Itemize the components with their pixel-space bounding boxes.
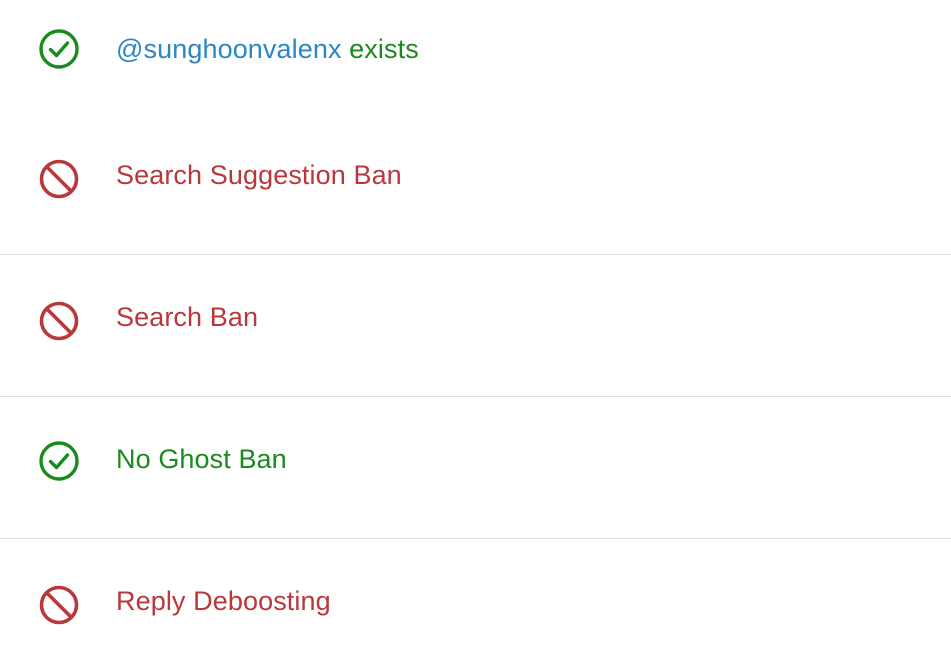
profile-handle-link[interactable]: @sunghoonvalenx [116,34,342,64]
check-circle-icon [38,440,80,482]
result-row-search-ban: Search Ban [0,295,951,342]
result-label: @sunghoonvalenx exists [116,33,419,65]
exists-text: exists [341,34,419,64]
divider [0,538,951,539]
result-row-exists: @sunghoonvalenx exists [0,27,951,71]
result-label: Reply Deboosting [116,586,331,616]
result-label: Search Ban [116,302,259,332]
result-row-ghost-ban: No Ghost Ban [0,437,951,481]
divider [0,254,951,255]
result-row-reply-deboosting: Reply Deboosting [0,579,951,626]
prohibited-icon [38,584,80,626]
check-circle-icon [38,28,80,70]
result-label: No Ghost Ban [116,444,287,474]
shadowban-results-list: @sunghoonvalenx exists Search Suggestion… [0,0,951,645]
divider [0,396,951,397]
result-row-search-suggestion-ban: Search Suggestion Ban [0,153,951,200]
prohibited-icon [38,158,80,200]
prohibited-icon [38,300,80,342]
result-label: Search Suggestion Ban [116,160,402,190]
